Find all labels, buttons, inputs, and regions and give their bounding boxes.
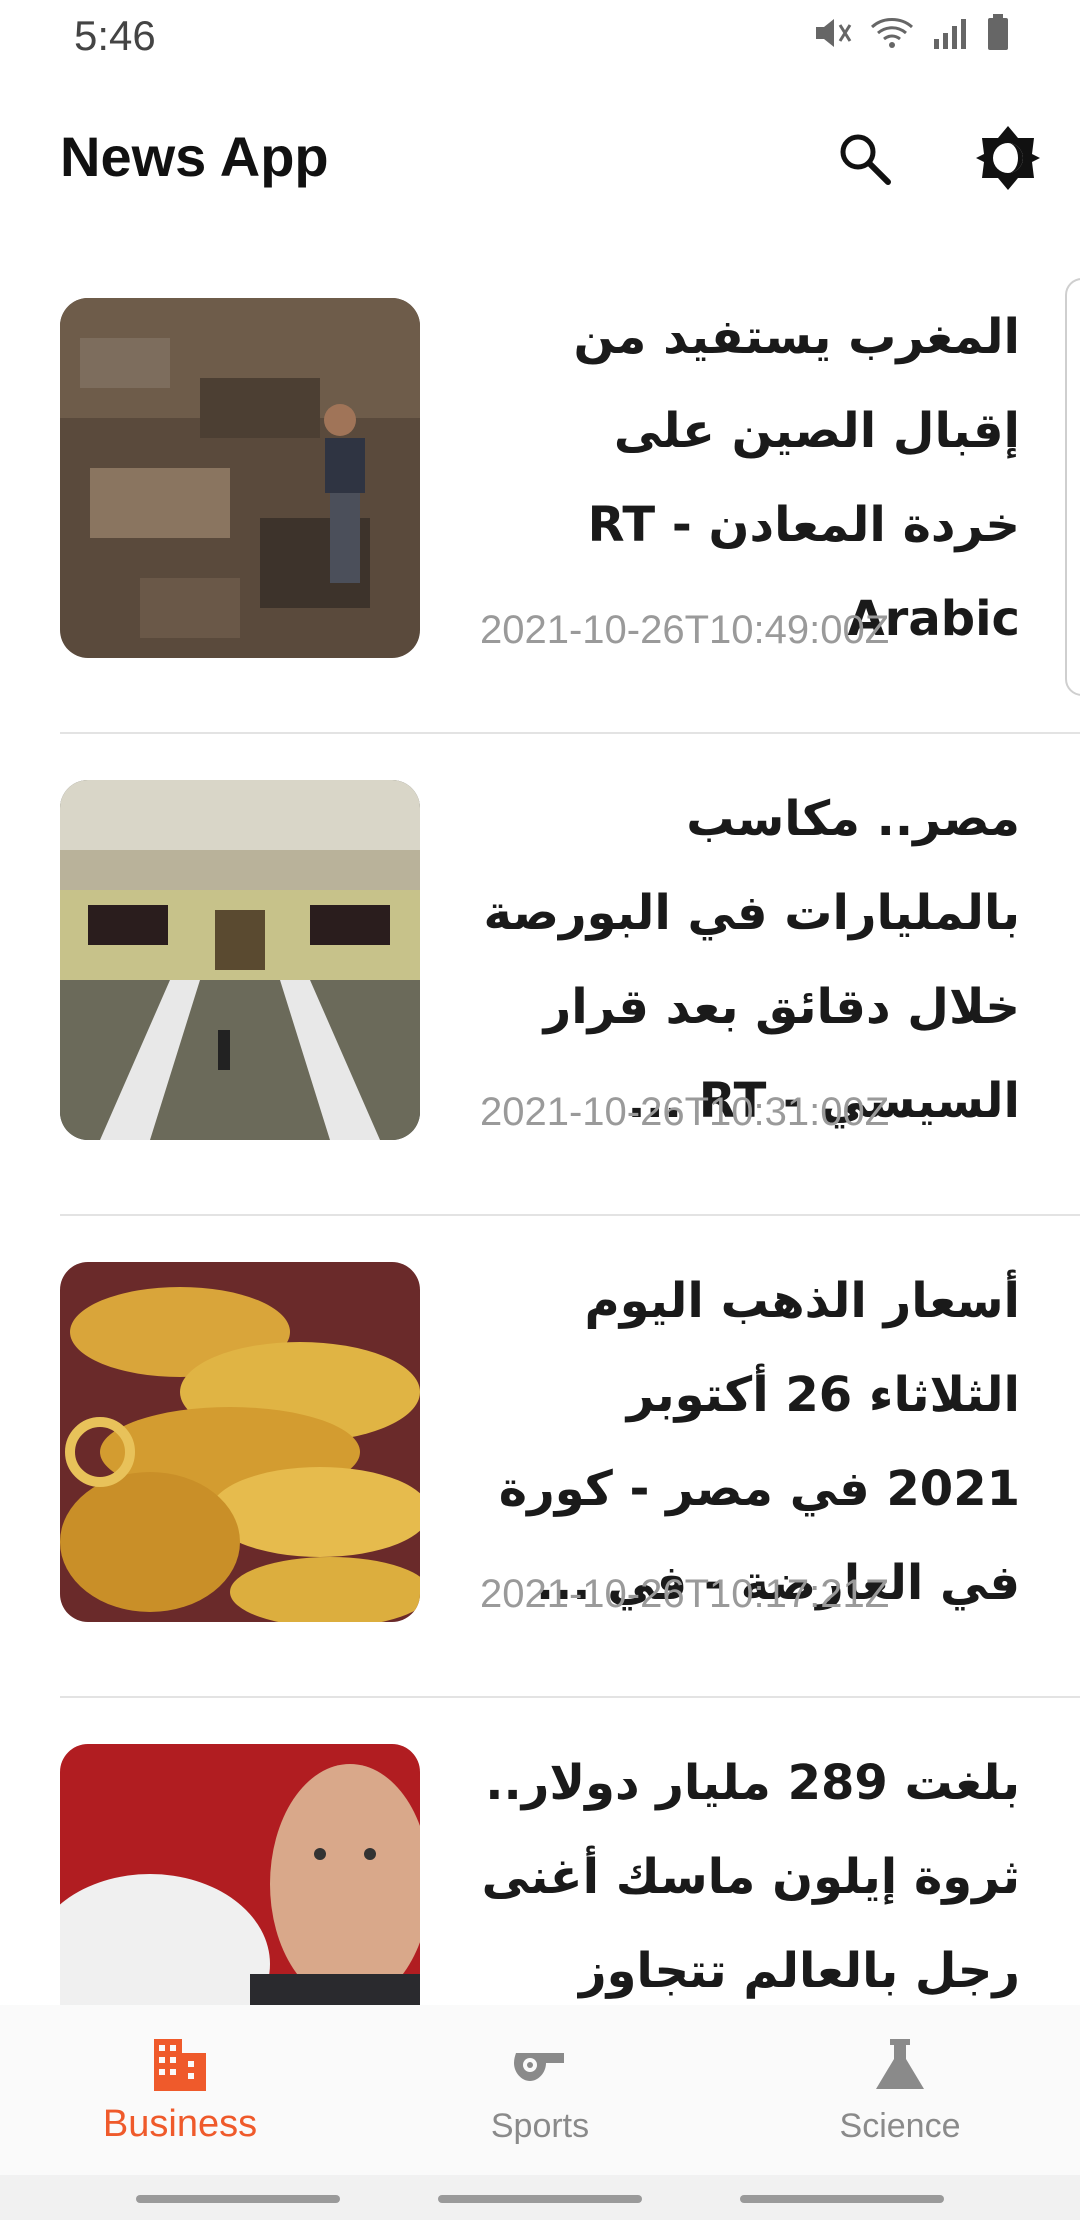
science-flask-icon — [876, 2039, 924, 2089]
app-title: News App — [60, 125, 329, 188]
gesture-pill-left[interactable] — [136, 2195, 340, 2203]
nav-label: Science — [839, 2107, 961, 2145]
article-card[interactable]: المغرب يستفيد من إقبال الصين على خردة ال… — [0, 250, 1080, 734]
article-date: 2021-10-26T10:31:00Z — [480, 1090, 890, 1134]
article-thumbnail — [60, 1262, 420, 1622]
nav-item-business[interactable]: Business — [0, 2005, 360, 2175]
wifi-icon — [870, 15, 914, 51]
article-card[interactable]: أسعار الذهب اليوم الثلاثاء 26 أكتوبر 202… — [0, 1214, 1080, 1698]
article-card[interactable]: مصر.. مكاسب بالمليارات في البورصة خلال د… — [0, 732, 1080, 1216]
theme-toggle-button[interactable] — [972, 122, 1044, 194]
business-icon — [154, 2039, 206, 2091]
article-date: 2021-10-26T10:17:21Z — [480, 1572, 890, 1616]
status-time: 5:46 — [74, 12, 156, 59]
app-bar: News App — [0, 92, 1080, 222]
brightness-icon — [976, 126, 1040, 190]
gesture-bar — [0, 2175, 1080, 2220]
battery-icon — [986, 14, 1010, 52]
gesture-pill-right[interactable] — [740, 2195, 944, 2203]
search-icon — [840, 134, 891, 185]
article-thumbnail — [60, 780, 420, 1140]
search-button[interactable] — [828, 122, 900, 194]
signal-icon — [932, 15, 968, 51]
mute-icon — [812, 15, 852, 51]
article-thumbnail — [60, 298, 420, 658]
status-icons — [812, 14, 1010, 52]
bottom-navigation: Business Sports Science — [0, 2005, 1080, 2175]
sports-whistle-icon — [514, 2053, 564, 2081]
nav-item-sports[interactable]: Sports — [360, 2005, 720, 2175]
gesture-pill-center[interactable] — [438, 2195, 642, 2203]
nav-item-science[interactable]: Science — [720, 2005, 1080, 2175]
nav-label: Business — [102, 2103, 258, 2145]
nav-label: Sports — [490, 2107, 590, 2145]
status-bar: 5:46 — [0, 0, 1080, 72]
article-date: 2021-10-26T10:49:00Z — [480, 608, 890, 652]
